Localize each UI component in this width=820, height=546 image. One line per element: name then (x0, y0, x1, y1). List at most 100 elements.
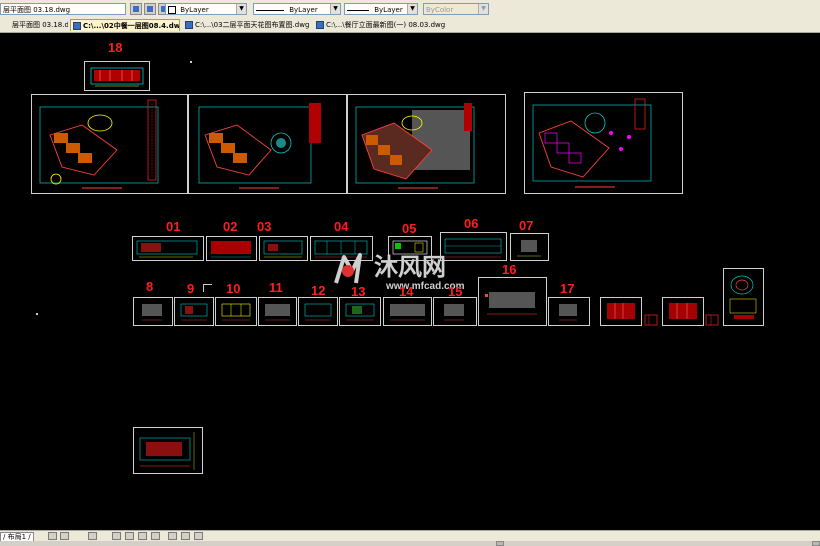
sheet-number-07: 07 (519, 218, 534, 233)
lineweight-combo-value: ByLayer (374, 6, 403, 14)
sheet-drawing (221, 303, 251, 321)
sheet-drawing (517, 240, 541, 257)
dwg-file-icon (185, 21, 193, 29)
sheet-number-8: 8 (146, 279, 154, 294)
sheet-drawing (729, 275, 757, 319)
sheet-drawing (705, 314, 719, 326)
otrack-icon[interactable] (181, 532, 190, 540)
floor-plan-drawing (532, 98, 652, 188)
sheet-number-18: 18 (108, 40, 123, 55)
grid-icon[interactable] (125, 532, 134, 540)
sheet-drawing (304, 303, 332, 321)
tab-label: C:\...\餐厅立面最新图(一) 08.03.dwg (326, 21, 446, 29)
layer-manager-icon[interactable] (130, 3, 142, 15)
stray-dot (36, 313, 38, 315)
chevron-down-icon[interactable]: ▼ (330, 4, 340, 14)
nav-next-icon[interactable] (88, 532, 97, 540)
stray-dot (190, 61, 192, 63)
floor-plan-sheet-4[interactable] (524, 92, 683, 194)
sheet-number-10: 10 (226, 281, 241, 296)
horizontal-scrollbar[interactable] (0, 541, 820, 546)
ortho-icon[interactable] (138, 532, 147, 540)
sheet-8[interactable] (133, 297, 173, 326)
chevron-down-icon[interactable]: ▼ (407, 4, 417, 14)
sheet-07[interactable] (510, 233, 549, 261)
osnap-icon[interactable] (168, 532, 177, 540)
sheet-bottom-elevation[interactable] (133, 427, 203, 474)
sheet-12[interactable] (298, 297, 338, 326)
tab-label: 层平面图 03.18.dwg (12, 21, 68, 29)
polar-icon[interactable] (151, 532, 160, 540)
lineweight-toggle-icon[interactable] (194, 532, 203, 540)
lineweight-combo[interactable]: ByLayer ▼ (344, 3, 418, 15)
watermark-icon (334, 253, 362, 284)
sheet-16[interactable] (478, 277, 547, 326)
sheet-14[interactable] (383, 297, 432, 326)
sheet-drawing (263, 240, 303, 258)
floor-plan-sheet-2[interactable] (188, 94, 347, 194)
floor-plan-drawing (355, 103, 475, 189)
sheet-elevation-a[interactable] (600, 297, 642, 326)
floor-plan-sheet-1[interactable] (31, 94, 188, 194)
stray-mark (203, 284, 212, 292)
chevron-down-icon[interactable]: ▼ (236, 4, 246, 14)
sheet-number-17: 17 (560, 281, 575, 296)
sheet-drawing (211, 241, 251, 258)
sheet-elevation-small-b[interactable] (705, 312, 721, 326)
color-combo[interactable]: ByLayer ▼ (165, 3, 247, 15)
model-space-canvas[interactable]: 18 01 02 03 04 05 06 07 沐风网 www.mfcad.co… (0, 33, 820, 530)
layer-previous-icon[interactable] (144, 3, 156, 15)
sheet-drawing (180, 303, 208, 321)
file-combo-value: 层平面图 03.18.dwg (3, 6, 71, 14)
sheet-drawing (444, 304, 464, 321)
linetype-combo[interactable]: ByLayer ▼ (253, 3, 341, 15)
snap-icon[interactable] (112, 532, 121, 540)
sheet-number-05: 05 (402, 221, 417, 236)
sheet-01[interactable] (132, 236, 204, 261)
sheet-17[interactable] (548, 297, 590, 326)
tab-document-1[interactable]: 层平面图 03.18.dwg (0, 19, 68, 31)
scroll-left-icon[interactable] (496, 541, 504, 546)
sheet-03[interactable] (259, 236, 308, 261)
sheet-number-01: 01 (166, 219, 181, 234)
sheet-number-04: 04 (334, 219, 349, 234)
sheet-drawing (345, 303, 375, 321)
sheet-9[interactable] (174, 297, 214, 326)
sheet-drawing (136, 240, 198, 258)
linetype-combo-value: ByLayer (289, 6, 318, 14)
sheet-elevation-small-a[interactable] (644, 312, 660, 326)
linetype-sample-icon (256, 9, 284, 11)
sheet-drawing (142, 304, 162, 321)
floor-plan-sheet-3[interactable] (347, 94, 506, 194)
sheet-18[interactable] (84, 61, 150, 91)
sheet-drawing (669, 303, 697, 319)
sheet-11[interactable] (258, 297, 297, 326)
tab-document-2[interactable]: C:\...\02中餐一层图08.4.dwg (70, 19, 180, 31)
sheet-drawing (265, 304, 290, 321)
layout-bar: / 布局1 / (0, 530, 820, 546)
sheet-drawing (390, 304, 425, 321)
floor-plan-drawing (198, 103, 321, 189)
file-combo[interactable]: 层平面图 03.18.dwg (0, 3, 126, 15)
sheet-number-02: 02 (223, 219, 238, 234)
sheet-number-06: 06 (464, 216, 479, 231)
sheet-drawing (559, 304, 577, 321)
sheet-13[interactable] (339, 297, 381, 326)
scroll-right-icon[interactable] (812, 541, 820, 546)
tab-document-4[interactable]: C:\...\餐厅立面最新图(一) 08.03.dwg (314, 19, 446, 31)
sheet-02[interactable] (206, 236, 257, 261)
plotstyle-combo-value: ByColor (426, 6, 454, 14)
sheet-plan-detail[interactable] (723, 268, 764, 326)
sheet-elevation-b[interactable] (662, 297, 704, 326)
sheet-15[interactable] (433, 297, 477, 326)
sheet-drawing (485, 292, 537, 315)
sheet-number-11: 11 (269, 280, 283, 295)
chevron-down-icon: ▼ (478, 4, 488, 14)
nav-first-icon[interactable] (48, 532, 57, 540)
tab-document-3[interactable]: C:\...\03二层平面天花图布置图.dwg (183, 19, 311, 31)
sheet-10[interactable] (215, 297, 257, 326)
nav-prev-icon[interactable] (60, 532, 69, 540)
watermark-name: 沐风网 (374, 254, 446, 281)
sheet-drawing (139, 432, 195, 470)
sheet-number-16: 16 (502, 262, 517, 277)
